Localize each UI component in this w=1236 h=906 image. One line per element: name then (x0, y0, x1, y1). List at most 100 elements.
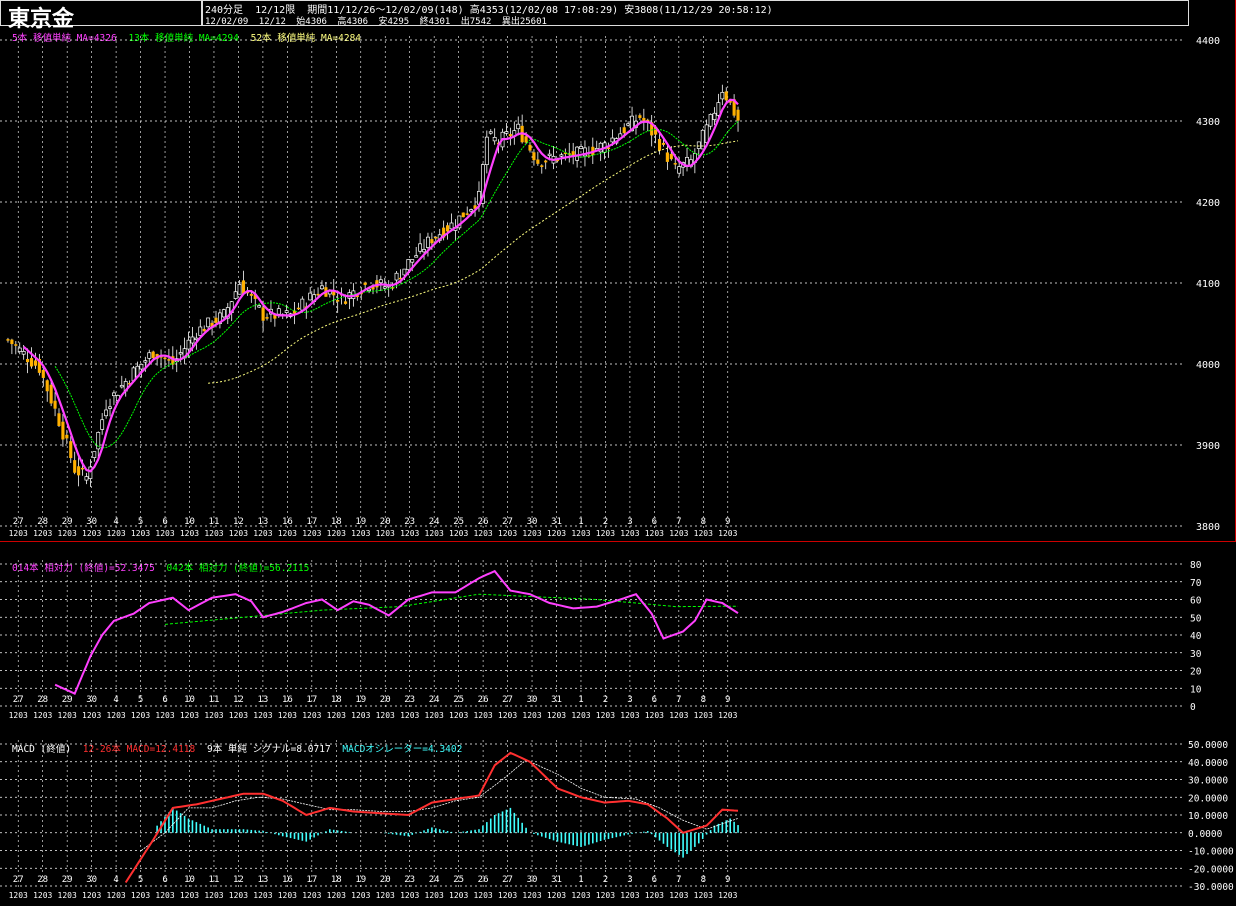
candle-body-up (84, 476, 89, 481)
x-date-label: 1203 (547, 711, 566, 720)
y-tick-label: 50 (1190, 613, 1202, 624)
candle-body-up (21, 351, 26, 355)
x-tick-label: 16 (282, 875, 293, 885)
x-date-label: 1203 (645, 711, 664, 720)
x-tick-label: 27 (13, 875, 24, 885)
x-tick-label: 2 (603, 517, 608, 527)
x-date-label: 1203 (229, 529, 248, 538)
candle-body-up (92, 451, 97, 458)
x-date-label: 1203 (645, 529, 664, 538)
x-tick-label: 8 (701, 695, 706, 705)
x-date-label: 1203 (58, 529, 77, 538)
y-tick-label: 4200 (1196, 198, 1220, 209)
x-tick-label: 17 (306, 517, 317, 527)
candle-body-up (720, 92, 725, 100)
x-date-label: 1203 (547, 529, 566, 538)
candle-body-up (206, 317, 211, 328)
y-tick-label: 3800 (1196, 522, 1220, 533)
x-tick-label: 11 (209, 875, 220, 885)
candle-body-up (410, 259, 415, 263)
x-date-label: 1203 (620, 529, 639, 538)
x-date-label: 1203 (278, 711, 297, 720)
x-tick-label: 27 (502, 517, 513, 527)
candle-body-up (696, 141, 701, 149)
x-tick-label: 12 (233, 517, 244, 527)
candle-body-up (547, 153, 552, 156)
x-date-label: 1203 (669, 529, 688, 538)
candle-body-down (465, 213, 469, 215)
x-tick-label: 18 (331, 875, 342, 885)
candle-body-down (665, 152, 669, 162)
x-date-label: 1203 (571, 891, 590, 900)
candle-body-down (540, 165, 544, 167)
x-date-label: 1203 (131, 711, 150, 720)
x-tick-label: 17 (306, 695, 317, 705)
x-date-label: 1203 (400, 529, 419, 538)
x-date-label: 1203 (204, 529, 223, 538)
x-tick-label: 18 (331, 695, 342, 705)
candle-body-up (610, 137, 615, 143)
candle-body-down (532, 152, 536, 161)
candle-body-down (265, 317, 269, 319)
candle-body-up (108, 406, 112, 409)
x-date-label: 1203 (645, 891, 664, 900)
candle-body-down (65, 434, 69, 439)
candle-body-up (284, 310, 289, 313)
x-tick-label: 20 (380, 517, 391, 527)
y-tick-label: 4100 (1196, 279, 1220, 290)
x-date-label: 1203 (669, 891, 688, 900)
x-date-label: 1203 (522, 711, 541, 720)
x-tick-label: 26 (478, 517, 489, 527)
x-tick-label: 10 (184, 875, 195, 885)
x-date-label: 1203 (718, 529, 737, 538)
x-tick-label: 4 (113, 517, 118, 527)
candle-body-down (26, 358, 30, 363)
x-tick-label: 5 (138, 695, 143, 705)
x-date-label: 1203 (351, 891, 370, 900)
x-tick-label: 20 (380, 695, 391, 705)
candle-body-down (163, 357, 167, 360)
x-date-label: 1203 (547, 891, 566, 900)
x-tick-label: 4 (113, 695, 118, 705)
x-tick-label: 17 (306, 875, 317, 885)
candle-body-up (186, 339, 191, 350)
x-tick-label: 13 (257, 517, 268, 527)
x-tick-label: 6 (162, 517, 167, 527)
x-tick-label: 1 (578, 517, 583, 527)
x-tick-label: 5 (138, 517, 143, 527)
candle-body-down (80, 467, 85, 470)
candle-body-down (528, 144, 532, 151)
x-date-label: 1203 (620, 891, 639, 900)
x-tick-label: 12 (233, 875, 244, 885)
x-tick-label: 13 (257, 875, 268, 885)
x-tick-label: 27 (502, 875, 513, 885)
y-tick-label: 10.0000 (1188, 811, 1228, 822)
x-date-label: 1203 (229, 891, 248, 900)
x-date-label: 1203 (253, 711, 272, 720)
x-date-label: 1203 (376, 711, 395, 720)
x-tick-label: 31 (551, 875, 562, 885)
x-date-label: 1203 (376, 529, 395, 538)
candle-body-up (712, 112, 717, 120)
x-date-label: 1203 (425, 711, 444, 720)
x-tick-label: 29 (62, 695, 73, 705)
x-date-label: 1203 (473, 529, 492, 538)
x-date-label: 1203 (229, 711, 248, 720)
candle-body-up (426, 236, 430, 248)
x-date-label: 1203 (694, 891, 713, 900)
y-tick-label: 4400 (1196, 36, 1220, 47)
candle-body-up (402, 268, 407, 276)
candle-body-down (10, 339, 14, 345)
candle-body-down (49, 384, 53, 404)
y-tick-label: 10 (1190, 684, 1202, 695)
candle-body-up (143, 360, 148, 363)
x-date-label: 1203 (302, 891, 321, 900)
candle-body-down (363, 282, 367, 285)
x-tick-label: 9 (725, 695, 730, 705)
y-tick-label: 30 (1190, 649, 1202, 660)
x-date-label: 1203 (82, 711, 101, 720)
y-tick-label: 4300 (1196, 117, 1220, 128)
x-tick-label: 3 (627, 517, 632, 527)
y-tick-label: -30.0000 (1188, 882, 1234, 893)
candle-body-up (469, 209, 474, 212)
